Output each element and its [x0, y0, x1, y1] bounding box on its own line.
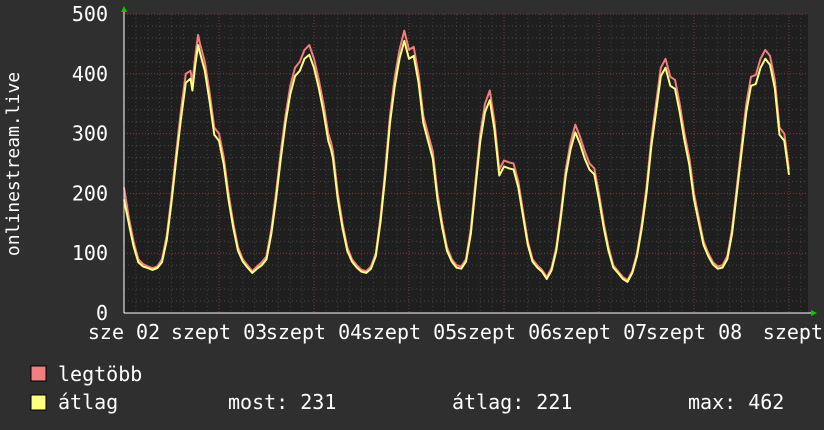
x-tick-label: szept 05: [361, 320, 457, 344]
x-tick-label: szept 08: [646, 320, 742, 344]
legend-swatch-atlag: [30, 394, 47, 411]
y-tick-label: 200: [72, 181, 108, 205]
x-tick-label: sze 02: [88, 320, 160, 344]
y-tick-label: 100: [72, 241, 108, 265]
y-tick-label: 300: [72, 122, 108, 146]
traffic-chart: 0100200300400500 sze 02 szept 03szept 04s…: [0, 0, 824, 430]
legend-label-legtobb: legtöbb: [58, 362, 142, 386]
x-tick-label: szept 06: [456, 320, 552, 344]
stat-max: max: 462: [688, 390, 784, 414]
y-tick-label: 500: [72, 2, 108, 26]
x-tick-label: szept 07: [551, 320, 647, 344]
legend-label-atlag: átlag: [58, 390, 118, 414]
y-tick-label: 400: [72, 62, 108, 86]
x-tick-labels: sze 02 szept 03szept 04szept 05szept 06sz…: [88, 320, 823, 344]
stat-average: átlag: 221: [452, 390, 572, 414]
legend-swatch-legtobb: [30, 365, 47, 382]
stats-row: most: 231 átlag: 221 max: 462: [228, 390, 784, 414]
x-tick-label: szept: [763, 320, 823, 344]
stat-current: most: 231: [228, 390, 336, 414]
x-tick-label: szept 04: [266, 320, 362, 344]
y-axis-label: onlinestream.live: [3, 72, 24, 256]
x-tick-label: szept 03: [171, 320, 267, 344]
